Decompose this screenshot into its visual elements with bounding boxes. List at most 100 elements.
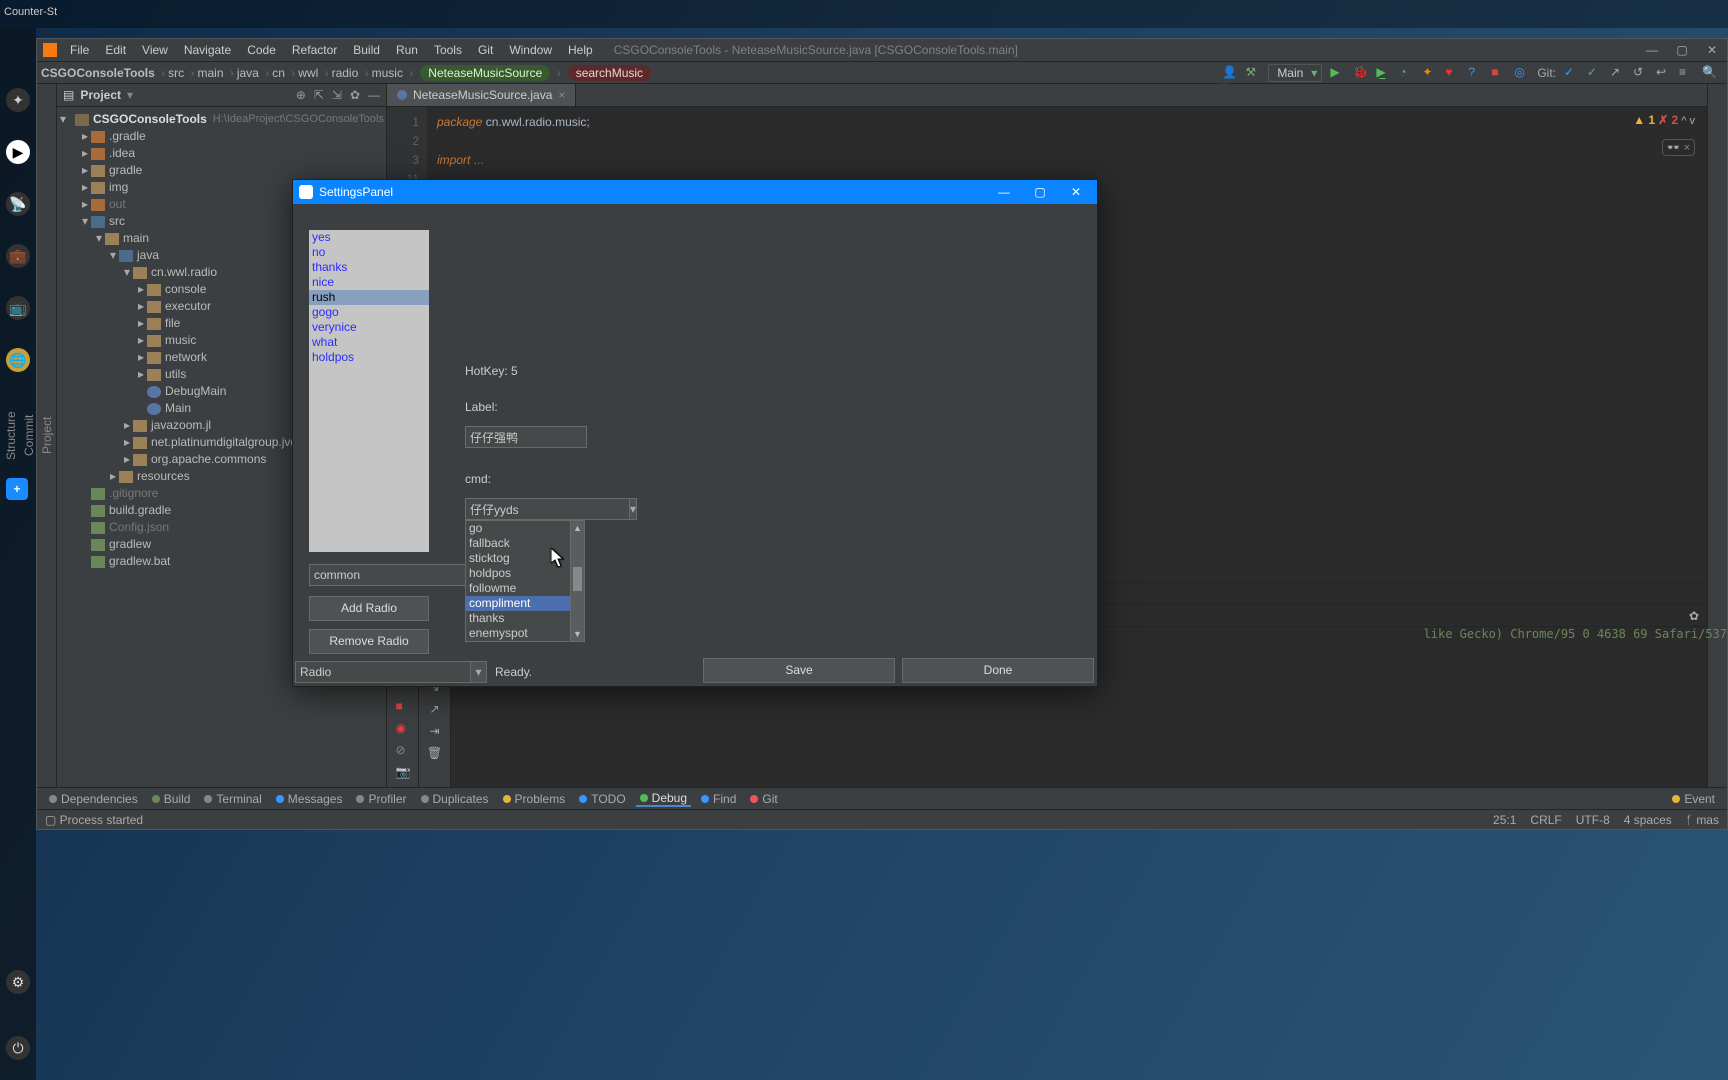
radio-input[interactable]: [295, 661, 471, 683]
breadcrumb[interactable]: CSGOConsoleTools ›src ›main ›java ›cn ›w…: [37, 66, 655, 80]
bc-java[interactable]: java: [237, 66, 259, 80]
add-radio-button[interactable]: Add Radio: [309, 596, 429, 621]
menu-window[interactable]: Window: [502, 40, 559, 60]
category-combo[interactable]: ▾: [309, 564, 429, 586]
rollback-icon[interactable]: ↩: [1656, 65, 1671, 80]
toolstrip-build[interactable]: Build: [148, 792, 195, 806]
phrase-item[interactable]: thanks: [309, 260, 429, 275]
phrase-item[interactable]: what: [309, 335, 429, 350]
cmd-option[interactable]: holdpos: [466, 566, 584, 581]
window-close-button[interactable]: ✕: [1697, 43, 1727, 57]
gear-icon[interactable]: ⚙: [6, 970, 30, 994]
history-icon[interactable]: ↺: [1633, 65, 1648, 80]
phrase-item[interactable]: rush: [309, 290, 429, 305]
menu-git[interactable]: Git: [471, 40, 500, 60]
user-icon[interactable]: 👤▾: [1222, 65, 1237, 80]
camera-icon[interactable]: 📷: [396, 765, 410, 779]
menu-run[interactable]: Run: [389, 40, 425, 60]
strip-project[interactable]: Project: [38, 84, 56, 787]
chevron-down-icon[interactable]: ▾: [630, 498, 637, 520]
phrase-item[interactable]: no: [309, 245, 429, 260]
stop-icon[interactable]: ■: [1491, 65, 1506, 80]
bc-radio[interactable]: radio: [332, 66, 359, 80]
tree-node[interactable]: ▸gradle: [57, 162, 386, 179]
window-maximize-button[interactable]: ▢: [1667, 43, 1697, 57]
toolstrip-find[interactable]: Find: [697, 792, 740, 806]
breadcrumb-root[interactable]: CSGOConsoleTools: [41, 66, 155, 80]
editor-tab[interactable]: NeteaseMusicSource.java ×: [387, 84, 576, 106]
bc-cn[interactable]: cn: [272, 66, 285, 80]
chevron-down-icon[interactable]: ▾: [471, 661, 487, 683]
cmd-option[interactable]: go: [466, 521, 584, 536]
inspection-badges[interactable]: ▲ 1 ✗ 2 ^ v: [1633, 113, 1695, 127]
menu-help[interactable]: Help: [561, 40, 600, 60]
scroll-thumb[interactable]: [573, 567, 582, 591]
cmd-combo[interactable]: ▾: [465, 498, 585, 520]
bc-src[interactable]: src: [168, 66, 184, 80]
cmd-option[interactable]: compliment: [466, 596, 584, 611]
reader-mode-icon[interactable]: 👓 ×: [1662, 139, 1695, 156]
bc-method[interactable]: searchMusic: [568, 65, 651, 81]
line-ending[interactable]: CRLF: [1530, 813, 1561, 827]
save-button[interactable]: Save: [703, 658, 895, 683]
vcs-push-icon[interactable]: ↗: [1610, 65, 1625, 80]
vcs-commit-icon[interactable]: ✓: [1587, 65, 1602, 80]
toolstrip-git[interactable]: Git: [746, 792, 781, 806]
scroll-down-icon[interactable]: ▼: [571, 627, 584, 641]
evaluate-icon[interactable]: 🗑: [427, 746, 442, 760]
cmd-option[interactable]: enemyspot: [466, 626, 584, 641]
power-icon[interactable]: ⏻: [6, 1036, 30, 1060]
menu-code[interactable]: Code: [240, 40, 283, 60]
radio-combo[interactable]: ▾: [295, 661, 487, 683]
menu-tools[interactable]: Tools: [427, 40, 469, 60]
indent-setting[interactable]: 4 spaces: [1624, 813, 1672, 827]
ai-icon[interactable]: ◎: [1514, 65, 1529, 80]
run-to-cursor-icon[interactable]: ⇥: [429, 724, 439, 738]
dialog-titlebar[interactable]: SettingsPanel — ▢ ✕: [293, 180, 1097, 204]
run-config-selector[interactable]: Main: [1268, 64, 1322, 82]
dialog-minimize-button[interactable]: —: [989, 185, 1019, 199]
run-icon[interactable]: ▶: [1330, 65, 1345, 80]
event-log[interactable]: Event: [1668, 792, 1719, 806]
caret-position[interactable]: 25:1: [1493, 813, 1516, 827]
phrase-item[interactable]: nice: [309, 275, 429, 290]
toolstrip-duplicates[interactable]: Duplicates: [417, 792, 493, 806]
settings-icon[interactable]: ✿: [350, 88, 360, 102]
stop-debug-icon[interactable]: ■: [396, 699, 410, 713]
toolstrip-debug[interactable]: Debug: [636, 791, 691, 807]
warning-count[interactable]: ▲ 1: [1633, 113, 1655, 127]
search-everywhere-icon[interactable]: 🔍: [1702, 65, 1717, 80]
cmd-input[interactable]: [465, 498, 630, 520]
dialog-maximize-button[interactable]: ▢: [1025, 185, 1055, 199]
menu-edit[interactable]: Edit: [98, 40, 133, 60]
phrase-list[interactable]: yesnothanksnicerushgogoverynicewhatholdp…: [309, 230, 429, 552]
label-input[interactable]: [465, 426, 587, 448]
project-view-icon[interactable]: ▤: [63, 88, 74, 102]
debug-settings-icon[interactable]: ✿: [1689, 609, 1699, 623]
profile-icon[interactable]: ◔: [1399, 65, 1414, 80]
collapse-icon[interactable]: ⇲: [332, 88, 342, 102]
vcs-update-icon[interactable]: ✓: [1564, 65, 1579, 80]
tree-root[interactable]: ▾CSGOConsoleToolsH:\IdeaProject\CSGOCons…: [57, 111, 386, 128]
strip-favorites[interactable]: Favorites: [0, 84, 2, 787]
breakpoints-icon[interactable]: ◉: [396, 721, 410, 735]
help-icon[interactable]: ?: [1468, 65, 1483, 80]
dialog-close-button[interactable]: ✕: [1061, 185, 1091, 199]
left-tool-strip[interactable]: Project Commit Structure Favorites: [37, 84, 57, 787]
menu-refactor[interactable]: Refactor: [285, 40, 344, 60]
toolstrip-profiler[interactable]: Profiler: [352, 792, 410, 806]
dropdown-scrollbar[interactable]: ▲ ▼: [570, 521, 584, 641]
hide-icon[interactable]: —: [368, 88, 380, 102]
toolstrip-todo[interactable]: TODO: [575, 792, 629, 806]
cmd-option[interactable]: fallback: [466, 536, 584, 551]
menu-file[interactable]: File: [63, 40, 96, 60]
file-encoding[interactable]: UTF-8: [1576, 813, 1610, 827]
bc-main[interactable]: main: [197, 66, 223, 80]
step-out-icon[interactable]: ↗: [429, 702, 439, 716]
phrase-item[interactable]: yes: [309, 230, 429, 245]
expand-icon[interactable]: ⇱: [314, 88, 324, 102]
toolstrip-messages[interactable]: Messages: [272, 792, 347, 806]
tree-node[interactable]: ▸.gradle: [57, 128, 386, 145]
scroll-up-icon[interactable]: ▲: [571, 521, 584, 535]
window-minimize-button[interactable]: —: [1637, 43, 1667, 57]
